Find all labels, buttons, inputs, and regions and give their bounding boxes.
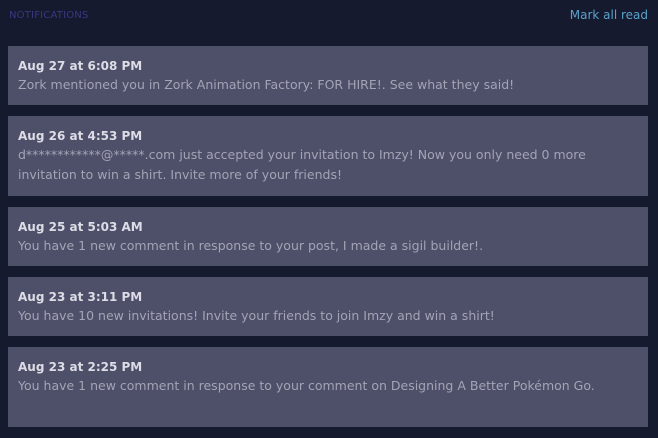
mark-all-read-link[interactable]: Mark all read <box>570 8 648 22</box>
notification-item[interactable]: Aug 27 at 6:08 PM Zork mentioned you in … <box>8 46 648 105</box>
notification-timestamp: Aug 26 at 4:53 PM <box>18 129 143 143</box>
notification-item[interactable]: Aug 25 at 5:03 AM You have 1 new comment… <box>8 207 648 266</box>
notification-item[interactable]: Aug 26 at 4:53 PM d************@*****.co… <box>8 116 648 196</box>
notification-message: You have 1 new comment in response to yo… <box>18 238 484 253</box>
notification-message: You have 10 new invitations! Invite your… <box>18 308 495 323</box>
notifications-title: NOTIFICATIONS <box>9 10 89 21</box>
notification-timestamp: Aug 27 at 6:08 PM <box>18 59 143 73</box>
notification-timestamp: Aug 23 at 3:11 PM <box>18 290 143 304</box>
notification-item[interactable]: Aug 23 at 2:25 PM You have 1 new comment… <box>8 347 648 427</box>
notification-timestamp: Aug 25 at 5:03 AM <box>18 220 143 234</box>
notification-message: You have 1 new comment in response to yo… <box>18 378 595 393</box>
notification-message: Zork mentioned you in Zork Animation Fac… <box>18 77 515 92</box>
notification-message: d************@*****.com just accepted yo… <box>18 147 586 182</box>
notification-list: Aug 27 at 6:08 PM Zork mentioned you in … <box>8 46 648 438</box>
notifications-header: NOTIFICATIONS Mark all read <box>0 0 658 34</box>
notification-item[interactable]: Aug 23 at 3:11 PM You have 10 new invita… <box>8 277 648 336</box>
notification-timestamp: Aug 23 at 2:25 PM <box>18 360 143 374</box>
